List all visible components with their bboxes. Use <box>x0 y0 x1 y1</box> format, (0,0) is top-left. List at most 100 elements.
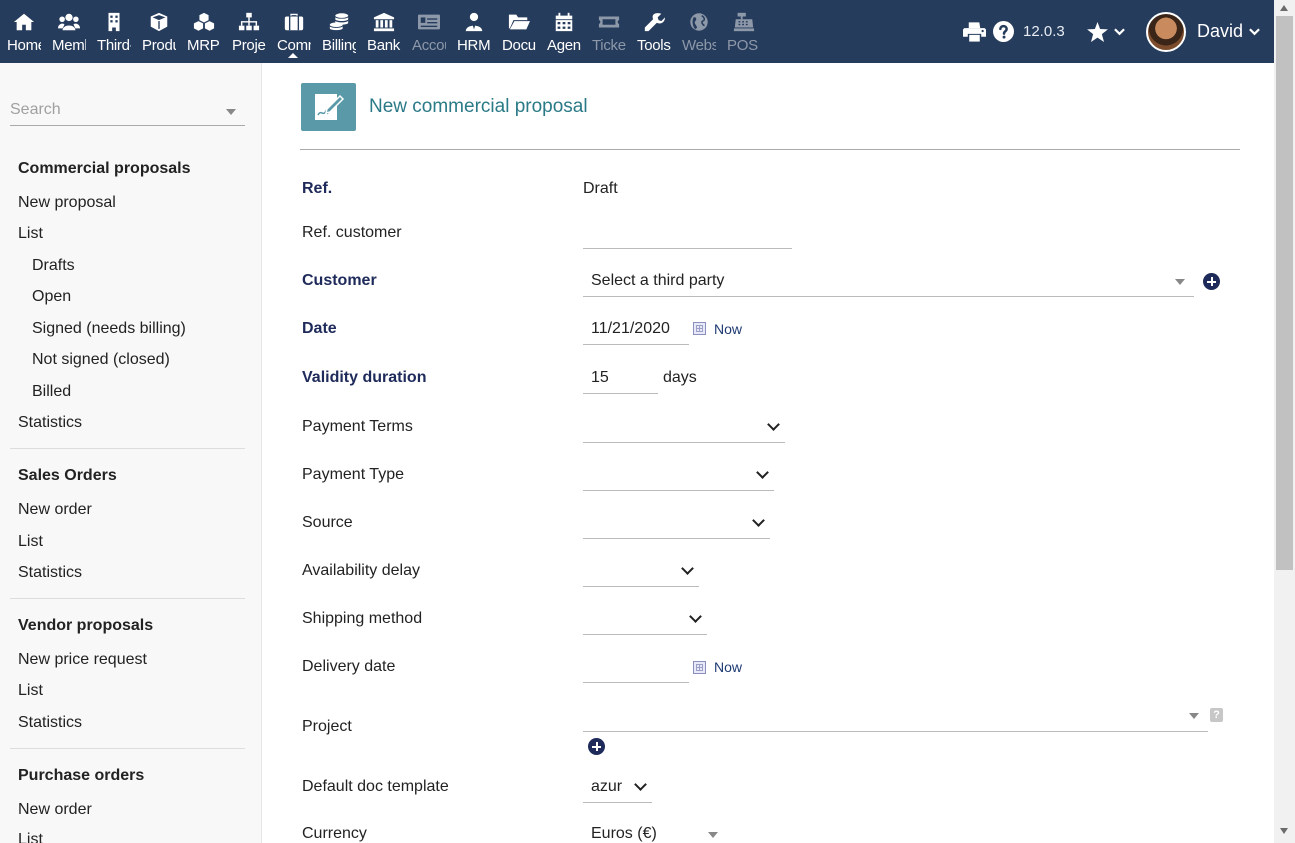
sidebar-item-new-order[interactable]: New order <box>18 501 92 519</box>
sidebar-heading-purchase-orders[interactable]: Purchase orders <box>18 767 144 785</box>
menu-label: Projects <box>232 37 266 54</box>
menu-websites[interactable]: Websites <box>677 8 721 58</box>
menu-hrm[interactable]: HRM <box>452 8 496 58</box>
date-value: 11/21/2020 <box>591 320 670 337</box>
menu-label: Commercial <box>277 37 311 54</box>
sidebar-item-order-statistics[interactable]: Statistics <box>18 564 82 582</box>
menu-members[interactable]: Members <box>47 8 91 58</box>
payment-type-select[interactable] <box>583 459 774 491</box>
calendar-picker-icon[interactable] <box>693 322 706 335</box>
menu-label: Home <box>7 37 41 54</box>
currency-select[interactable]: Euros (€) <box>583 818 725 843</box>
wrench-icon <box>644 13 665 32</box>
globe-icon <box>690 13 708 31</box>
sidebar-item-signed[interactable]: Signed (needs billing) <box>32 320 186 338</box>
shipping-select[interactable] <box>583 603 707 635</box>
source-label: Source <box>302 514 353 531</box>
left-sidebar: Commercial proposals New proposal List D… <box>0 63 262 843</box>
sidebar-item-new-proposal[interactable]: New proposal <box>18 194 116 212</box>
doc-template-select[interactable]: azur <box>583 771 652 803</box>
menu-label: Tools <box>637 37 671 54</box>
delivery-now-link[interactable]: Now <box>714 659 742 675</box>
menu-documents[interactable]: Documents <box>497 8 541 58</box>
ref-customer-label: Ref. customer <box>302 224 402 241</box>
ticket-icon <box>598 16 620 28</box>
date-now-link[interactable]: Now <box>714 321 742 337</box>
page-scrollbar[interactable] <box>1274 0 1295 843</box>
delivery-date-label: Delivery date <box>302 658 396 675</box>
sidebar-item-billed[interactable]: Billed <box>32 383 71 401</box>
search-select[interactable] <box>10 96 245 126</box>
add-project-icon[interactable] <box>588 738 605 755</box>
caret-down-icon[interactable] <box>226 109 236 115</box>
sidebar-heading-commercial-proposals[interactable]: Commercial proposals <box>18 160 191 178</box>
date-input[interactable]: 11/21/2020 <box>583 313 689 345</box>
sidebar-item-proposal-list[interactable]: List <box>18 225 43 243</box>
menu-mrp[interactable]: MRP <box>182 8 226 58</box>
doc-template-value: azur <box>591 778 623 795</box>
menu-billing[interactable]: Billing <box>317 8 361 58</box>
availability-select[interactable] <box>583 555 699 587</box>
menu-commercial[interactable]: Commercial <box>272 8 316 58</box>
help-button[interactable] <box>993 0 1014 63</box>
source-select[interactable] <box>583 507 770 539</box>
menu-products[interactable]: Products <box>137 8 181 58</box>
chevron-down-icon <box>767 418 780 431</box>
menu-bank[interactable]: Bank <box>362 8 406 58</box>
payment-terms-select[interactable] <box>583 411 785 443</box>
menu-label: Bank <box>367 37 400 54</box>
menu-label: Products <box>142 37 176 54</box>
menu-third-parties[interactable]: Third-parties <box>92 8 136 58</box>
menu-tickets[interactable]: Tickets <box>587 8 631 58</box>
add-third-party-icon[interactable] <box>1203 273 1220 290</box>
sidebar-item-proposal-statistics[interactable]: Statistics <box>18 414 82 432</box>
version-label: 12.0.3 <box>1023 0 1065 63</box>
calendar-picker-icon[interactable] <box>693 661 706 674</box>
payment-type-label: Payment Type <box>302 466 404 483</box>
sidebar-item-drafts[interactable]: Drafts <box>32 257 75 275</box>
sidebar-item-new-price-request[interactable]: New price request <box>18 651 147 669</box>
building-icon <box>108 12 120 32</box>
search-input[interactable] <box>10 96 210 124</box>
sidebar-item-purchase-list[interactable]: List <box>18 831 43 843</box>
delivery-date-input[interactable] <box>583 651 689 683</box>
sidebar-item-vendor-list[interactable]: List <box>18 682 43 700</box>
user-name: David <box>1197 21 1244 41</box>
validity-input[interactable]: 15 <box>583 362 658 394</box>
scroll-thumb[interactable] <box>1276 16 1293 570</box>
validity-value: 15 <box>591 369 609 386</box>
menu-projects[interactable]: Projects <box>227 8 271 58</box>
sidebar-item-vendor-statistics[interactable]: Statistics <box>18 714 82 732</box>
chevron-down-icon <box>681 562 694 575</box>
payment-terms-label: Payment Terms <box>302 418 413 435</box>
scroll-up-arrow-icon[interactable] <box>1280 5 1288 11</box>
menu-label: HRM <box>457 37 491 54</box>
sidebar-item-order-list[interactable]: List <box>18 533 43 551</box>
menu-home[interactable]: Home <box>2 8 46 58</box>
help-tooltip-icon[interactable]: ? <box>1210 708 1223 722</box>
cash-register-icon <box>733 12 755 32</box>
bank-icon <box>373 12 395 32</box>
menu-label: Accounting <box>412 37 446 54</box>
validity-label: Validity duration <box>302 369 427 386</box>
scroll-down-arrow-icon[interactable] <box>1280 828 1288 834</box>
ref-label: Ref. <box>302 180 333 197</box>
print-button[interactable] <box>963 0 986 63</box>
sidebar-item-not-signed[interactable]: Not signed (closed) <box>32 351 170 369</box>
menu-accounting[interactable]: Accounting <box>407 8 451 58</box>
user-tie-icon <box>465 12 483 32</box>
bookmarks-button[interactable] <box>1087 0 1125 63</box>
customer-select[interactable]: Select a third party <box>583 265 1194 297</box>
ref-customer-input[interactable] <box>583 217 792 249</box>
menu-pos[interactable]: POS <box>722 8 766 58</box>
menu-label: Third-parties <box>97 37 131 54</box>
project-select[interactable] <box>583 700 1208 732</box>
menu-agenda[interactable]: Agenda <box>542 8 586 58</box>
sidebar-item-open[interactable]: Open <box>32 288 71 306</box>
sidebar-heading-sales-orders[interactable]: Sales Orders <box>18 467 117 485</box>
sidebar-heading-vendor-proposals[interactable]: Vendor proposals <box>18 617 153 635</box>
user-menu[interactable]: David <box>1146 0 1260 63</box>
menu-tools[interactable]: Tools <box>632 8 676 58</box>
validity-unit: days <box>663 369 697 386</box>
sidebar-item-new-purchase-order[interactable]: New order <box>18 801 92 819</box>
